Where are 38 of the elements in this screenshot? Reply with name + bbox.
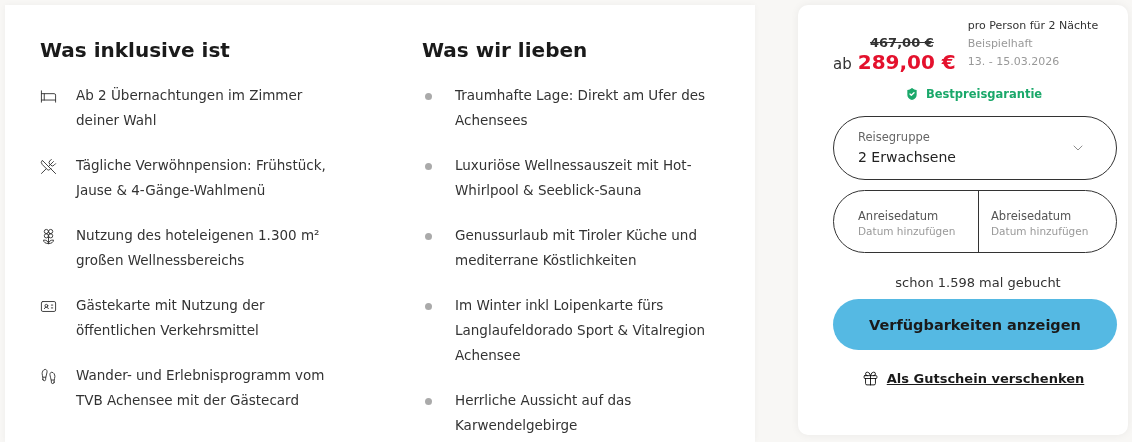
shield-check-icon bbox=[903, 86, 920, 102]
price: 289,00 € bbox=[857, 50, 956, 74]
price-prefix: ab bbox=[833, 55, 852, 73]
booking-count: schon 1.598 mal gebucht bbox=[894, 275, 1061, 290]
card-icon bbox=[40, 298, 57, 315]
feature-text: Wander- und Erlebnisprogramm vom TVB Achensee mit der Gästecard bbox=[76, 366, 326, 410]
old-price: 467,00 € bbox=[870, 35, 934, 50]
gift-icon bbox=[861, 370, 879, 387]
date-field[interactable]: Datum hinzufügen bbox=[991, 224, 1111, 237]
section-heading: Was inklusive ist bbox=[40, 37, 231, 64]
availability-button[interactable]: Verfügbarkeiten anzeigen bbox=[833, 299, 1117, 350]
example-dates: 13. - 15.03.2026 bbox=[967, 54, 1061, 70]
bullet-icon bbox=[425, 93, 432, 100]
highlight-text: Genussurlaub mit Tiroler Küche und mediterrane Köstlichkeiten bbox=[455, 226, 698, 270]
dining-icon bbox=[40, 158, 57, 175]
bullet-icon bbox=[425, 398, 432, 405]
feature-text: Tägliche Verwöhnpension: Frühstück, Jause & 4-Gänge-Wahlmenü bbox=[76, 156, 327, 200]
section-heading: Was wir lieben bbox=[422, 37, 589, 64]
voucher-link[interactable]: Als Gutschein verschenken bbox=[886, 371, 1085, 386]
highlight-text: Luxuriöse Wellnessauszeit mit Hot-Whirlpool & Seeblick-Sauna bbox=[455, 156, 693, 200]
highlight-text: Im Winter inkl Loipenkarte fürs Langlaufeldorado Sport & Vitalregion Achensee bbox=[455, 296, 707, 365]
highlight-text: Herrliche Aussicht auf das Karwendelgebirge bbox=[455, 391, 633, 435]
bed-icon bbox=[40, 88, 57, 105]
date-field[interactable]: Datum hinzufügen bbox=[858, 224, 978, 237]
hiking-icon bbox=[40, 368, 57, 385]
price-note: pro Person für 2 Nächte bbox=[967, 18, 1099, 34]
feature-text: Gästekarte mit Nutzung der öffentlichen Verkehrsmittel bbox=[76, 296, 266, 340]
bullet-icon bbox=[425, 233, 432, 240]
bullet-icon bbox=[425, 303, 432, 310]
guarantee-text: Bestpreisgarantie bbox=[925, 87, 1043, 101]
feature-text: Ab 2 Übernachtungen im Zimmer deiner Wahl bbox=[76, 86, 304, 130]
field-label: Abreisedatum bbox=[991, 207, 1073, 225]
bullet-icon bbox=[425, 163, 432, 170]
field-label: Anreisedatum bbox=[858, 207, 940, 225]
highlight-text: Traumhafte Lage: Direkt am Ufer des Achensees bbox=[455, 86, 707, 130]
lotus-icon bbox=[40, 228, 57, 245]
example-note: Beispielhaft bbox=[967, 36, 1034, 52]
feature-text: Nutzung des hoteleigenen 1.300 m² großen Wellnessbereichs bbox=[76, 226, 321, 270]
